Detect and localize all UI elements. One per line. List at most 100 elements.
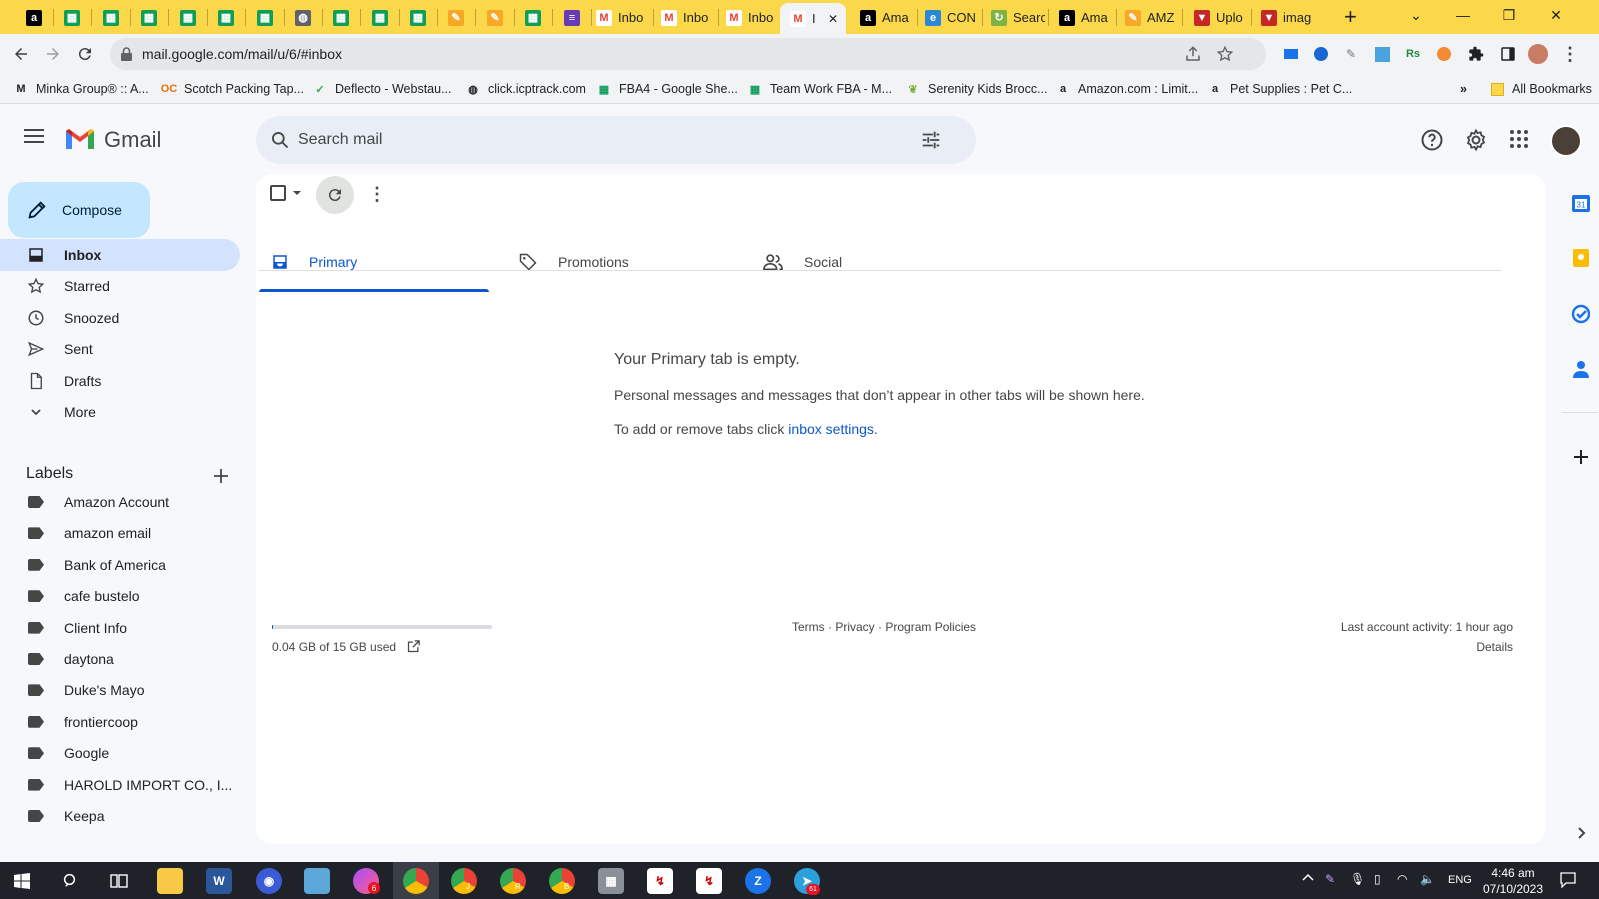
main-menu-icon[interactable] — [24, 127, 46, 150]
program-policies-link[interactable]: Program Policies — [885, 620, 976, 634]
nav-item-drafts[interactable]: Drafts — [0, 365, 240, 397]
label-item[interactable]: Keepa — [0, 800, 240, 832]
browser-tab[interactable]: ▦ — [404, 5, 434, 30]
keep-icon[interactable] — [1570, 247, 1592, 269]
label-item[interactable]: Client Info — [0, 612, 240, 644]
tab-primary[interactable]: Primary — [259, 232, 489, 292]
share-icon[interactable] — [1184, 45, 1202, 68]
chrome-icon[interactable] — [403, 868, 429, 894]
compose-button[interactable]: Compose — [8, 182, 150, 238]
browser-tab[interactable]: a — [20, 5, 50, 30]
search-input[interactable] — [298, 131, 898, 149]
taskbar-search-icon[interactable] — [58, 868, 84, 894]
browser-menu-icon[interactable]: ⋮ — [1559, 43, 1581, 65]
browser-tab[interactable]: ▼ Uplo — [1188, 5, 1248, 30]
profile-avatar[interactable] — [1527, 43, 1549, 65]
label-item[interactable]: cafe bustelo — [0, 580, 240, 612]
browser-tab[interactable]: e CON — [919, 5, 979, 30]
bookmark-item[interactable]: a Amazon.com : Limit... — [1056, 80, 1198, 98]
bookmark-item[interactable]: ◍ click.icptrack.com — [466, 80, 586, 98]
label-item[interactable]: HAROLD IMPORT CO., I... — [0, 769, 240, 801]
inbox-settings-link[interactable]: inbox settings — [788, 421, 874, 437]
browser-tab[interactable]: ▦ — [519, 5, 549, 30]
browser-tab[interactable]: ▦ — [174, 5, 204, 30]
chrome-profile-r-icon[interactable] — [500, 868, 526, 894]
nav-item-starred[interactable]: Starred — [0, 270, 240, 302]
details-link[interactable]: Details — [1476, 640, 1513, 654]
settings-gear-icon[interactable] — [1464, 128, 1488, 157]
extension-globe-icon[interactable] — [1310, 43, 1332, 65]
notifications-icon[interactable] — [1560, 872, 1576, 891]
chrome-profile-j-icon[interactable] — [451, 868, 477, 894]
bookmark-item[interactable]: a Pet Supplies : Pet C... — [1208, 80, 1352, 98]
browser-tab[interactable]: M I ✕ — [780, 3, 846, 34]
account-avatar[interactable] — [1550, 125, 1582, 157]
label-item[interactable]: Google — [0, 737, 240, 769]
nav-item-more[interactable]: More — [0, 396, 240, 428]
calculator-icon[interactable]: ▦ — [598, 868, 624, 894]
wifi-icon[interactable]: ◠ — [1397, 872, 1407, 886]
browser-tab[interactable]: ▦ — [327, 5, 357, 30]
word-icon[interactable]: W — [206, 868, 232, 894]
apps-grid-icon[interactable] — [1508, 128, 1530, 155]
pen-tray-icon[interactable]: ✎ — [1325, 872, 1335, 886]
browser-tab[interactable]: M Inbo — [590, 5, 650, 30]
browser-tab[interactable]: ▦ — [366, 5, 396, 30]
volume-icon[interactable]: 🔈 — [1420, 872, 1435, 886]
gmail-logo-icon[interactable] — [64, 127, 96, 156]
nav-item-sent[interactable]: Sent — [0, 333, 240, 365]
extension-rs-icon[interactable]: Rs — [1402, 43, 1424, 65]
microphone-icon[interactable]: 🎙 — [1350, 872, 1365, 886]
extension-fba-icon[interactable] — [1280, 43, 1302, 65]
privacy-link[interactable]: Privacy — [835, 620, 874, 634]
side-panel-icon[interactable] — [1497, 43, 1519, 65]
extension-blue-square-icon[interactable] — [1371, 43, 1393, 65]
browser-tab[interactable]: ✎ AMZ — [1119, 5, 1179, 30]
app-blue-icon[interactable]: ◉ — [256, 868, 282, 894]
browser-tab[interactable]: M Inbo — [720, 5, 780, 30]
bookmark-item[interactable]: OC Scotch Packing Tap... — [161, 80, 304, 98]
search-icon[interactable] — [270, 130, 290, 150]
extension-sketch-icon[interactable]: ✎ — [1340, 43, 1362, 65]
stock-chart-app-icon[interactable]: ↯ — [647, 868, 673, 894]
browser-tab[interactable]: ▦ — [58, 5, 88, 30]
help-icon[interactable] — [1420, 128, 1444, 157]
tray-overflow-icon[interactable] — [1302, 871, 1314, 885]
reload-icon[interactable] — [74, 43, 96, 65]
clock[interactable]: 4:46 am 07/10/2023 — [1478, 865, 1548, 897]
search-bar[interactable] — [256, 116, 976, 164]
label-item[interactable]: Amazon Account — [0, 486, 240, 518]
browser-tab[interactable]: ▦ — [97, 5, 127, 30]
browser-tab[interactable]: ▦ — [212, 5, 242, 30]
tab-social[interactable]: Social — [762, 232, 992, 292]
contacts-icon[interactable] — [1570, 358, 1592, 380]
browser-tab[interactable]: ↻ Searc — [985, 5, 1045, 30]
tab-search-icon[interactable]: ⌄ — [1393, 0, 1439, 30]
new-tab-button[interactable]: + — [1344, 4, 1357, 30]
url-text[interactable]: mail.google.com/mail/u/6/#inbox — [142, 46, 342, 62]
gmail-logo-text[interactable]: Gmail — [104, 127, 161, 153]
tab-promotions[interactable]: Promotions — [514, 232, 744, 292]
browser-tab[interactable]: ≡ — [558, 5, 588, 30]
close-tab-icon[interactable]: ✕ — [828, 12, 838, 26]
browser-tab[interactable]: M Inbo — [655, 5, 715, 30]
restore-icon[interactable]: ❐ — [1486, 0, 1532, 30]
bookmarks-overflow-button[interactable]: » — [1460, 80, 1467, 98]
nav-item-snoozed[interactable]: Snoozed — [0, 302, 240, 334]
bookmark-item[interactable]: ▦ FBA4 - Google She... — [597, 80, 738, 98]
browser-tab[interactable]: ▦ — [251, 5, 281, 30]
nav-item-inbox[interactable]: Inbox — [0, 239, 240, 271]
expand-side-panel-icon[interactable] — [1570, 822, 1592, 844]
file-explorer-icon[interactable] — [157, 868, 183, 894]
all-bookmarks-folder[interactable]: All Bookmarks — [1491, 80, 1592, 98]
more-actions-icon[interactable]: ⋮ — [368, 184, 386, 205]
bookmark-item[interactable]: M Minka Group® :: A... — [14, 80, 148, 98]
address-bar[interactable]: mail.google.com/mail/u/6/#inbox — [110, 38, 1266, 70]
browser-tab[interactable]: ✎ — [442, 5, 472, 30]
label-item[interactable]: Bank of America — [0, 549, 240, 581]
terms-link[interactable]: Terms — [792, 620, 825, 634]
label-item[interactable]: Duke's Mayo — [0, 674, 240, 706]
forward-icon[interactable] — [42, 43, 64, 65]
calendar-icon[interactable]: 31 — [1570, 192, 1592, 214]
browser-tab[interactable]: ◍ — [289, 5, 319, 30]
